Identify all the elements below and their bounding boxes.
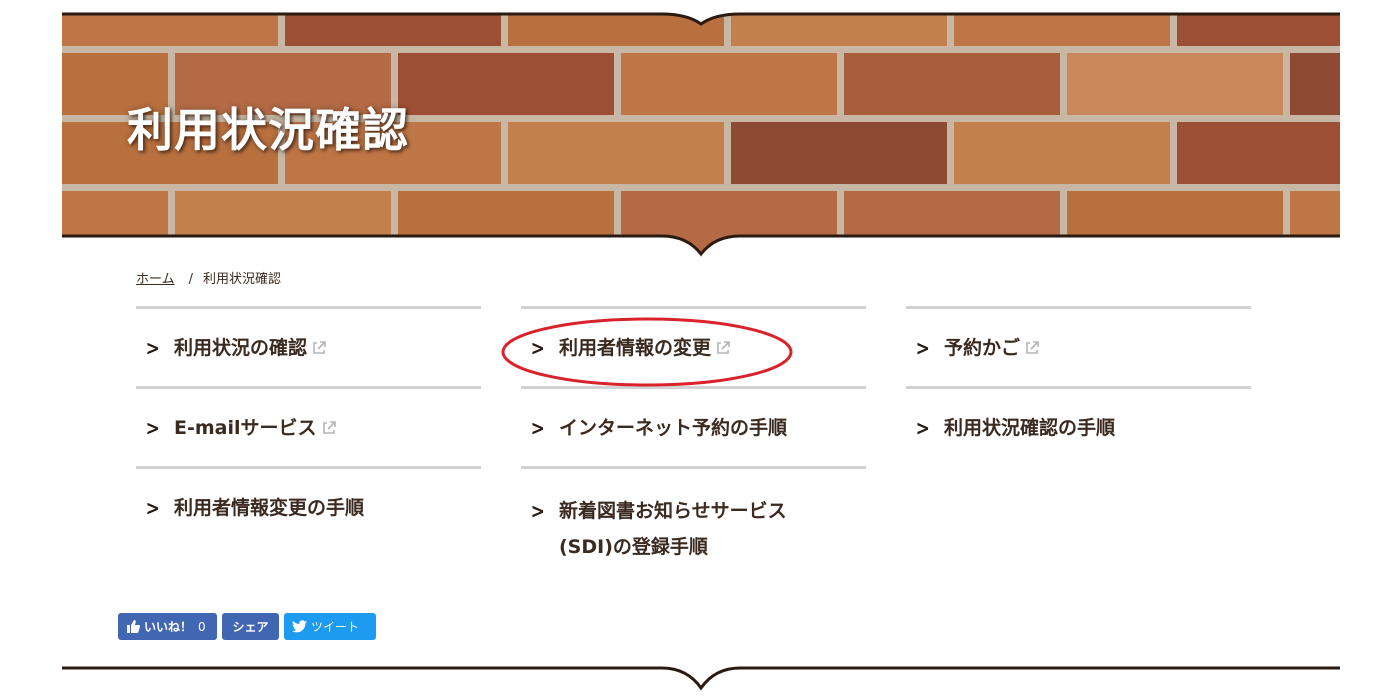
link-column-2: > 利用者情報の変更 > インターネット予約の手順 > 新着図書お知らせサービス… — [521, 306, 866, 576]
brick — [1067, 191, 1283, 253]
brick — [844, 53, 1060, 115]
link-column-3: > 予約かご > 利用状況確認の手順 — [906, 306, 1251, 546]
link-label: 利用者情報変更の手順 — [174, 496, 365, 519]
chevron-right-icon: > — [145, 495, 160, 520]
tweet-label: ツイート — [311, 620, 360, 634]
social-buttons: いいね！ 0 シェア ツイート — [118, 613, 376, 640]
brick — [1067, 53, 1283, 115]
link-label: E-mailサービス — [174, 416, 317, 439]
brick — [1177, 14, 1340, 46]
link-label: 利用者情報の変更 — [559, 336, 712, 359]
facebook-like-button[interactable]: いいね！ 0 — [118, 613, 217, 640]
link-usage-status[interactable]: > 利用状況の確認 — [136, 306, 481, 386]
breadcrumb-current: 利用状況確認 — [203, 272, 282, 287]
brick — [508, 260, 724, 262]
chevron-right-icon: > — [530, 499, 545, 523]
link-label: 利用状況の確認 — [174, 336, 308, 359]
chevron-right-icon: > — [915, 335, 930, 360]
brick — [621, 191, 837, 253]
brick — [398, 53, 614, 115]
brick — [62, 14, 278, 46]
chevron-right-icon: > — [530, 335, 545, 360]
link-sdi-registration-guide[interactable]: > 新着図書お知らせサービス (SDI)の登録手順 — [521, 466, 866, 576]
brick — [621, 53, 837, 115]
link-user-info-change-guide[interactable]: > 利用者情報変更の手順 — [136, 466, 481, 546]
brick — [62, 191, 168, 253]
external-link-icon — [313, 340, 326, 354]
link-label: 新着図書お知らせサービス (SDI)の登録手順 — [559, 493, 787, 565]
bottom-divider — [62, 666, 1340, 691]
link-user-info-change[interactable]: > 利用者情報の変更 — [521, 306, 866, 386]
brick — [508, 122, 724, 184]
brick — [285, 260, 501, 262]
link-grid-bottom-rule — [906, 466, 1251, 546]
brick — [954, 260, 1170, 262]
twitter-tweet-button[interactable]: ツイート — [284, 613, 376, 640]
thumbs-up-icon — [127, 620, 140, 633]
chevron-right-icon: > — [145, 415, 160, 440]
brick — [62, 260, 278, 262]
page-title: 利用状況確認 — [127, 103, 409, 157]
brick — [285, 14, 501, 46]
external-link-icon — [322, 420, 336, 434]
page-banner: 利用状況確認 — [62, 12, 1340, 257]
chevron-right-icon: > — [530, 415, 545, 440]
link-label: インターネット予約の手順 — [559, 416, 788, 439]
brick — [1177, 122, 1340, 184]
brick — [175, 191, 391, 253]
chevron-right-icon: > — [145, 335, 160, 360]
link-reservation-cart[interactable]: > 予約かご — [906, 306, 1251, 386]
link-internet-reservation-guide[interactable]: > インターネット予約の手順 — [521, 386, 866, 466]
link-label: 予約かご — [944, 336, 1021, 359]
link-column-1: > 利用状況の確認 > E-mailサービス > 利用者情報変更の手順 — [136, 306, 481, 546]
brick — [508, 14, 724, 46]
brick — [954, 122, 1170, 184]
like-count: 0 — [198, 619, 206, 634]
breadcrumb-home-link[interactable]: ホーム — [136, 272, 175, 287]
brick — [731, 260, 947, 262]
link-label: 利用状況確認の手順 — [944, 416, 1116, 439]
external-link-icon — [717, 340, 730, 354]
brick — [1177, 260, 1340, 262]
brick — [954, 14, 1170, 46]
share-label: シェア — [232, 620, 269, 634]
brick — [731, 122, 947, 184]
external-link-icon — [1026, 340, 1039, 354]
link-label-line-2: (SDI)の登録手順 — [559, 536, 708, 558]
facebook-share-button[interactable]: シェア — [222, 613, 279, 640]
link-email-service[interactable]: > E-mailサービス — [136, 386, 481, 466]
like-label: いいね！ — [144, 620, 193, 634]
twitter-bird-icon — [292, 620, 307, 633]
brick — [398, 191, 614, 253]
brick — [1290, 53, 1340, 115]
brick — [731, 14, 947, 46]
link-label-line-1: 新着図書お知らせサービス — [559, 500, 787, 522]
chevron-right-icon: > — [915, 415, 930, 440]
brick — [844, 191, 1060, 253]
brick — [1290, 191, 1340, 253]
link-usage-status-guide[interactable]: > 利用状況確認の手順 — [906, 386, 1251, 466]
breadcrumb: ホーム / 利用状況確認 — [136, 268, 281, 287]
breadcrumb-separator: / — [188, 272, 194, 287]
